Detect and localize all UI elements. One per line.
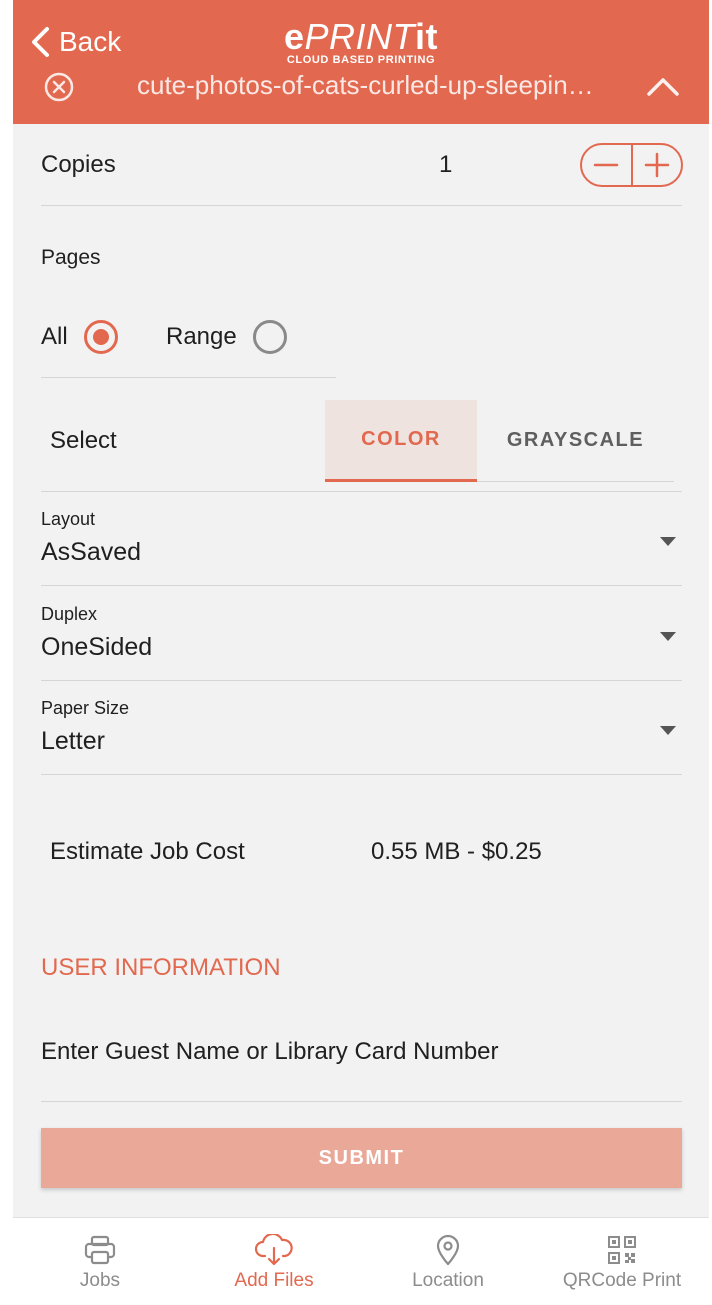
increment-button[interactable] [630,145,682,185]
nav-jobs-label: Jobs [79,1270,121,1291]
pages-title: Pages [41,246,101,269]
copies-row: Copies 1 [41,140,683,206]
nav-add-files[interactable]: Add Files [189,1234,359,1292]
duplex-dropdown[interactable]: Duplex OneSided [41,586,682,681]
decrement-button[interactable] [582,145,631,185]
estimate-value: 0.55 MB - $0.25 [371,838,542,865]
pages-all-label: All [41,323,68,350]
tab-grayscale[interactable]: GRAYSCALE [477,400,674,482]
minus-icon [594,163,619,167]
eprintit-logo: ePRINTit CLOUD BASED PRINTING [13,16,709,67]
select-label: Select [50,427,117,454]
nav-qrcode-label: QRCode Print [562,1270,682,1291]
pages-radio-group: All Range [41,312,336,378]
qr-code-icon [608,1236,636,1264]
paper-size-caption: Paper Size [41,698,130,718]
chevron-up-icon[interactable] [645,74,681,98]
file-row: cute-photos-of-cats-curled-up-sleeping.j… [13,70,709,104]
user-information-title: USER INFORMATION [41,954,281,981]
copies-value: 1 [439,151,453,178]
file-name: cute-photos-of-cats-curled-up-sleeping.j… [137,70,607,100]
radio-selected-icon[interactable] [83,320,118,354]
nav-jobs[interactable]: Jobs [15,1234,185,1292]
caret-down-icon [660,632,676,641]
paper-size-dropdown[interactable]: Paper Size Letter [41,680,682,775]
caret-down-icon [660,726,676,735]
location-pin-icon [436,1234,460,1266]
paper-size-value: Letter [41,727,105,755]
pages-range-label: Range [166,323,237,350]
logo-e: e [283,16,305,57]
estimate-label: Estimate Job Cost [50,838,245,865]
color-select-row: Select COLOR GRAYSCALE [41,400,682,492]
plus-icon [644,152,669,178]
tab-color[interactable]: COLOR [325,400,477,482]
radio-unselected-icon[interactable] [252,320,287,354]
copies-stepper [580,143,683,187]
nav-location[interactable]: Location [363,1234,533,1292]
logo-tagline: CLOUD BASED PRINTING [286,54,436,66]
duplex-value: OneSided [41,633,153,661]
app-frame: Back ePRINTit CLOUD BASED PRINTING cute-… [13,0,709,1305]
close-circle-icon[interactable] [43,71,75,103]
layout-caption: Layout [41,509,96,529]
nav-location-label: Location [412,1270,484,1291]
logo-it: it [415,16,439,57]
copies-label: Copies [41,151,116,178]
layout-dropdown[interactable]: Layout AsSaved [41,491,682,586]
guest-name-input[interactable] [41,1032,682,1072]
pages-range-option[interactable]: Range [166,320,287,354]
bottom-navigation: Jobs Add Files Location QRCode Print [13,1217,709,1305]
duplex-caption: Duplex [41,604,98,624]
caret-down-icon [660,537,676,546]
layout-value: AsSaved [41,538,142,566]
logo-print: PRINT [304,16,416,57]
pages-all-option[interactable]: All [41,320,118,354]
submit-button[interactable]: SUBMIT [41,1128,682,1188]
nav-add-files-label: Add Files [234,1270,314,1291]
guest-field-row [41,1022,682,1102]
cloud-download-icon [254,1234,293,1266]
printer-icon [84,1235,116,1265]
nav-qrcode-print[interactable]: QRCode Print [537,1234,707,1292]
app-header: Back ePRINTit CLOUD BASED PRINTING cute-… [13,0,709,124]
estimate-cost-row: Estimate Job Cost 0.55 MB - $0.25 [41,838,682,874]
